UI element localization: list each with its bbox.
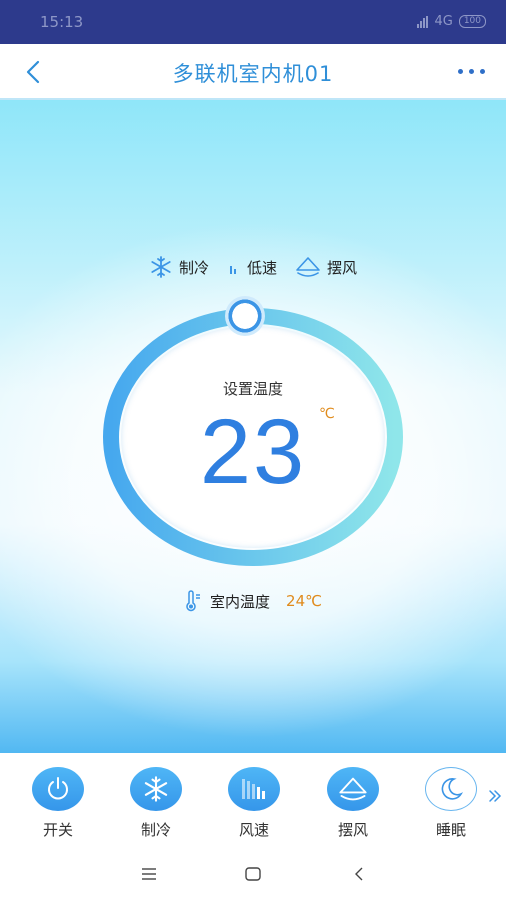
temperature-dial[interactable]: 设置温度 23 ℃ — [103, 296, 403, 566]
signal-icon — [417, 15, 429, 28]
more-options-icon[interactable] — [454, 61, 488, 81]
home-icon[interactable] — [243, 864, 263, 884]
mode-fan-speed: 低速 — [227, 257, 277, 278]
sleep-label: 睡眠 — [435, 821, 466, 839]
page-title: 多联机室内机01 — [172, 62, 334, 86]
snowflake-icon — [151, 256, 171, 278]
power-label: 开关 — [42, 821, 73, 839]
power-icon — [48, 777, 68, 800]
indoor-temp-value: 24℃ — [286, 592, 322, 610]
set-temp-label: 设置温度 — [222, 380, 283, 398]
menu-icon[interactable] — [139, 864, 159, 884]
status-indicators: 4G 100 — [417, 14, 486, 29]
chevron-double-right-icon[interactable] — [488, 789, 502, 803]
system-nav-bar — [0, 848, 506, 900]
mode-button[interactable] — [130, 767, 182, 811]
control-sleep[interactable]: 睡眠 — [416, 767, 486, 840]
mode-control-label: 制冷 — [140, 821, 171, 839]
control-mode[interactable]: 制冷 — [121, 767, 191, 840]
mode-summary: 制冷 低速 摆风 — [0, 255, 506, 279]
swing-icon — [296, 257, 320, 277]
set-temp-value: 23 — [199, 401, 307, 503]
mode-cooling: 制冷 — [149, 255, 209, 279]
control-bar: 开关 制冷 风速 摆风 睡眠 — [0, 753, 506, 848]
moon-icon — [441, 778, 464, 800]
indoor-temperature: 室内温度 24℃ — [0, 590, 506, 612]
control-power[interactable]: 开关 — [23, 767, 93, 840]
set-temp-unit: ℃ — [319, 406, 335, 422]
thermometer-icon — [186, 590, 201, 612]
snowflake-icon — [144, 776, 168, 802]
power-button[interactable] — [32, 767, 84, 811]
dial-knob[interactable] — [225, 296, 265, 336]
swing-icon — [339, 777, 367, 801]
fan-speed-button[interactable] — [228, 767, 280, 811]
fan-speed-icon — [229, 266, 236, 274]
control-fan-speed[interactable]: 风速 — [219, 767, 289, 840]
indoor-temp-label: 室内温度 — [210, 592, 271, 611]
mode-swing: 摆风 — [295, 256, 357, 278]
fan-speed-control-label: 风速 — [238, 821, 269, 839]
mode-label: 制冷 — [178, 258, 209, 277]
swing-control-label: 摆风 — [337, 821, 368, 839]
thermostat-panel: 制冷 低速 摆风 设置温度 23 ℃ 室内温度 24℃ — [0, 100, 506, 753]
app-header: 多联机室内机01 — [0, 44, 506, 100]
fan-speed-label: 低速 — [246, 258, 277, 277]
status-bar: 15:13 4G 100 — [0, 0, 506, 44]
battery-level: 100 — [463, 16, 481, 26]
back-icon[interactable] — [349, 864, 369, 884]
control-swing[interactable]: 摆风 — [318, 767, 388, 840]
status-time: 15:13 — [40, 13, 84, 31]
network-type: 4G — [434, 14, 453, 29]
sleep-button[interactable] — [425, 767, 477, 811]
battery-icon: 100 — [458, 15, 486, 28]
swing-button[interactable] — [327, 767, 379, 811]
swing-label: 摆风 — [327, 258, 358, 277]
fan-speed-icon — [242, 779, 265, 799]
